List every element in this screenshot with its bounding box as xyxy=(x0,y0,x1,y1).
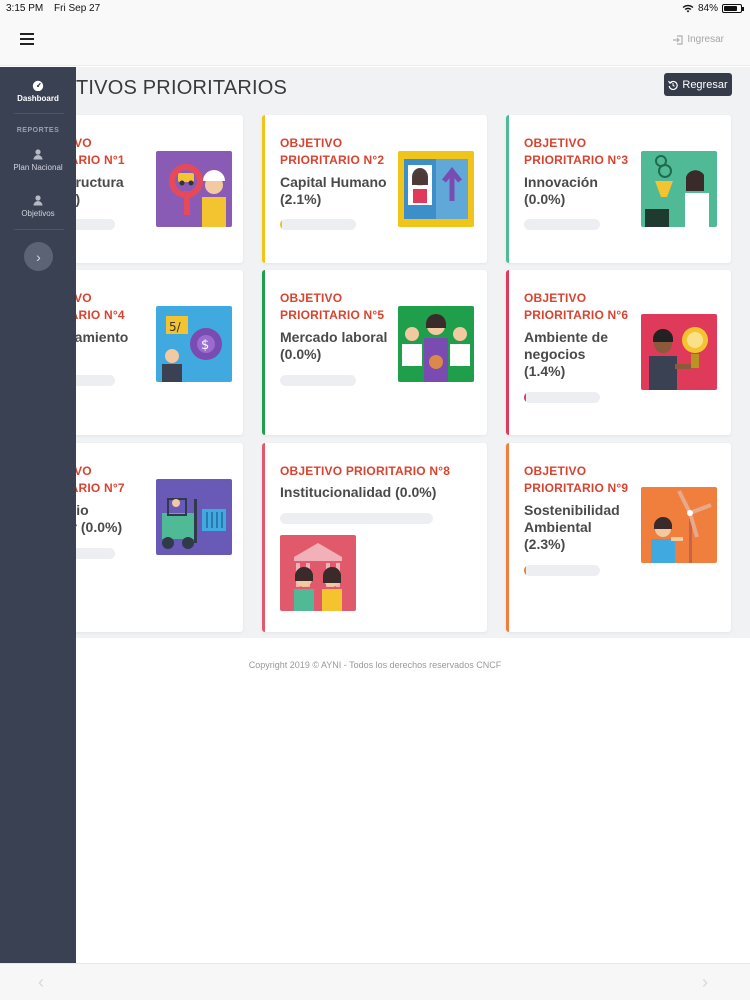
status-right: 84% xyxy=(682,3,744,14)
arrow-left-icon[interactable]: ‹ xyxy=(38,972,44,993)
card-progress xyxy=(280,219,356,230)
labor-market-illustration xyxy=(398,306,474,382)
sidebar-item-label: Plan Nacional xyxy=(13,163,63,172)
battery-icon xyxy=(722,4,744,13)
card-progress xyxy=(524,219,600,230)
hamburger-icon[interactable] xyxy=(20,33,34,45)
sidebar-toggle-button[interactable]: › xyxy=(24,242,53,271)
wifi-icon xyxy=(682,4,694,13)
progress-fill xyxy=(524,565,526,576)
status-time: 3:15 PM xyxy=(6,3,44,14)
card-label: OBJETIVO PRIORITARIO N°3 xyxy=(524,136,629,167)
objective-card-9[interactable]: OBJETIVO PRIORITARIO N°9 Sostenibilidad Am… xyxy=(506,443,731,632)
sidebar-item-plan-nacional[interactable]: Plan Nacional xyxy=(0,149,76,172)
chevron-right-icon: › xyxy=(36,248,41,265)
financing-illustration: 5/ $ xyxy=(156,306,232,382)
objective-card-6[interactable]: OBJETIVO PRIORITARIO N°6 Ambiente de negoc… xyxy=(506,270,731,435)
sidebar-item-label: Dashboard xyxy=(17,94,59,103)
card-name: Innovación (0.0%) xyxy=(524,174,598,207)
card-name: Institucionalidad (0.0%) xyxy=(280,484,437,500)
infrastructure-illustration xyxy=(156,151,232,227)
objective-card-3[interactable]: OBJETIVO PRIORITARIO N°3 Innovación (0.0%) xyxy=(506,115,731,263)
card-label: OBJETIVO PRIORITARIO N°9 xyxy=(524,464,629,495)
status-bar: 3:15 PM Fri Sep 27 84% xyxy=(0,0,750,18)
login-icon xyxy=(673,34,683,45)
sidebar-section-heading: REPORTES xyxy=(16,127,60,134)
progress-fill xyxy=(280,219,282,230)
objective-card-5[interactable]: OBJETIVO PRIORITARIO N°5 Mercado laboral(… xyxy=(262,270,487,435)
user-icon xyxy=(33,195,43,206)
card-name: Mercado laboral (0.0%) xyxy=(280,329,388,362)
svg-text:5/: 5/ xyxy=(169,320,182,334)
svg-text:$: $ xyxy=(201,338,209,353)
copyright-footer: Copyright 2019 © AYNI - Todos los derech… xyxy=(248,660,502,670)
sidebar: Dashboard REPORTES Plan Nacional Objetiv… xyxy=(0,67,76,963)
card-progress xyxy=(524,392,600,403)
innovation-illustration xyxy=(641,151,717,227)
card-label: OBJETIVO PRIORITARIO N°8 xyxy=(280,464,451,478)
business-environment-illustration xyxy=(641,314,717,390)
card-label: OBJETIVO PRIORITARIO N°2 xyxy=(280,136,385,167)
sidebar-item-objetivos[interactable]: Objetivos xyxy=(0,195,76,218)
sidebar-item-label: Objetivos xyxy=(21,209,55,218)
progress-fill xyxy=(524,392,526,403)
login-label: Ingresar xyxy=(687,34,724,45)
top-navbar: Ingresar xyxy=(0,18,750,66)
status-left: 3:15 PM Fri Sep 27 xyxy=(6,3,108,14)
back-button[interactable]: Regresar xyxy=(664,73,732,96)
battery-percent: 84% xyxy=(697,3,718,14)
dashboard-icon xyxy=(32,80,44,91)
environmental-sustainability-illustration xyxy=(641,487,717,563)
page-title: TIVOS PRIORITARIOS xyxy=(76,77,288,99)
card-name: Ambiente de negocios (1.4%) xyxy=(524,329,609,379)
browser-bottom-bar: ‹ › xyxy=(0,963,750,1000)
card-label: OBJETIVO PRIORITARIO N°5 xyxy=(280,291,385,322)
objective-card-2[interactable]: OBJETIVO PRIORITARIO N°2 Capital Humano (2… xyxy=(262,115,487,263)
card-label: OBJETIVO PRIORITARIO N°6 xyxy=(524,291,629,322)
card-name: Capital Humano (2.1%) xyxy=(280,174,387,207)
institutionality-illustration xyxy=(280,535,356,611)
objective-card-8[interactable]: OBJETIVO PRIORITARIO N°8 Institucionalid… xyxy=(262,443,487,632)
card-name: Sostenibilidad Ambiental (2.3%) xyxy=(524,502,620,552)
card-progress xyxy=(280,375,356,386)
card-progress xyxy=(524,565,600,576)
user-icon xyxy=(33,149,43,160)
battery-fill xyxy=(724,6,738,11)
sidebar-divider xyxy=(14,113,64,114)
sidebar-divider xyxy=(14,229,64,230)
human-capital-illustration xyxy=(398,151,474,227)
foreign-trade-illustration xyxy=(156,479,232,555)
arrow-right-icon[interactable]: › xyxy=(702,972,708,993)
status-date: Fri Sep 27 xyxy=(54,3,101,14)
card-progress xyxy=(280,513,433,524)
login-link[interactable]: Ingresar xyxy=(672,34,724,45)
sidebar-item-dashboard[interactable]: Dashboard xyxy=(0,80,76,103)
history-icon xyxy=(668,80,679,90)
back-label: Regresar xyxy=(682,78,728,91)
dashboard-main: TIVOS PRIORITARIOS Regresar TIVO TARIO N°… xyxy=(0,67,750,638)
